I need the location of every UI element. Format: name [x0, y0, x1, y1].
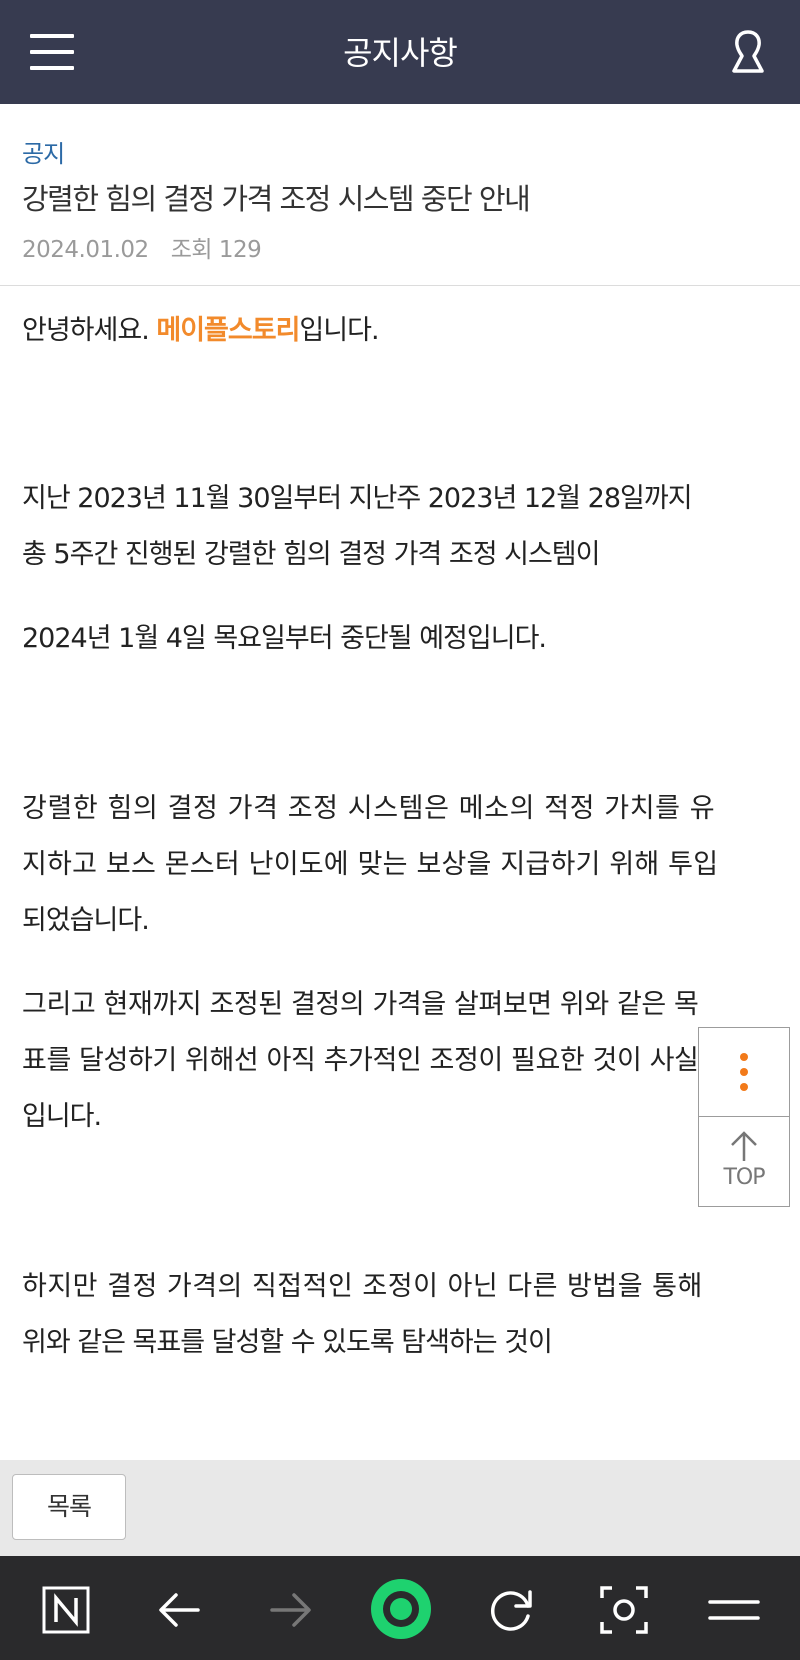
browser-menu-icon[interactable] — [706, 1582, 762, 1638]
content-line: 하지만 결정 가격의 직접적인 조정이 아닌 다른 방법을 통해 — [22, 1271, 703, 1302]
content-line: 위와 같은 목표를 달성할 수 있도록 탐색하는 것이 — [22, 1327, 553, 1358]
content-line: 되었습니다. — [22, 905, 150, 936]
dot — [740, 1068, 748, 1076]
screenshot-icon[interactable] — [596, 1582, 652, 1638]
post-content: 안녕하세요. 메이플스토리입니다. 지난 2023년 11월 30일부터 지난주… — [0, 286, 800, 1460]
greeting-text-end: 입니다. — [299, 315, 379, 346]
app-header: 공지사항 — [0, 0, 800, 104]
dot — [740, 1083, 748, 1091]
floating-widget: TOP — [698, 1027, 790, 1207]
green-dot-icon[interactable] — [368, 1576, 434, 1642]
scroll-top-label: TOP — [723, 1165, 765, 1190]
page-title: 공지사항 — [343, 34, 458, 72]
content-line: 표를 달성하기 위해선 아직 추가적인 조정이 필요한 것이 사실 — [22, 1045, 699, 1076]
content-line: 그리고 현재까지 조정된 결정의 가격을 살펴보면 위와 같은 목 — [22, 989, 699, 1020]
content-line: 2024년 1월 4일 목요일부터 중단될 예정입니다. — [22, 623, 547, 654]
content-line: 지난 2023년 11월 30일부터 지난주 2023년 12월 28일까지 — [22, 483, 693, 514]
naver-home-icon[interactable] — [38, 1582, 94, 1638]
dot — [740, 1053, 748, 1061]
list-button[interactable]: 목록 — [12, 1474, 126, 1540]
browser-toolbar — [0, 1556, 800, 1660]
reload-icon[interactable] — [484, 1582, 540, 1638]
post-meta: 2024.01.02 조회 129 — [22, 230, 262, 264]
post-date: 2024.01.02 — [22, 237, 149, 263]
post-views: 조회 129 — [170, 237, 262, 263]
greeting-line: 안녕하세요. 메이플스토리입니다. — [22, 308, 380, 347]
greeting-text: 안녕하세요. — [22, 315, 157, 346]
content-line: 강렬한 힘의 결정 가격 조정 시스템은 메소의 적정 가치를 유 — [22, 793, 716, 824]
post-category[interactable]: 공지 — [22, 134, 65, 169]
scroll-top-button[interactable]: TOP — [699, 1117, 789, 1206]
more-options-icon[interactable] — [699, 1028, 789, 1117]
content-line: 총 5주간 진행된 강렬한 힘의 결정 가격 조정 시스템이 — [22, 539, 600, 570]
post-title: 강렬한 힘의 결정 가격 조정 시스템 중단 안내 — [22, 182, 531, 216]
user-icon[interactable] — [726, 28, 770, 76]
content-line: 입니다. — [22, 1101, 102, 1132]
back-arrow-icon[interactable] — [152, 1582, 208, 1638]
content-line: 지하고 보스 몬스터 난이도에 맞는 보상을 지급하기 위해 투입 — [22, 849, 719, 880]
post-header: 공지 강렬한 힘의 결정 가격 조정 시스템 중단 안내 2024.01.02 조… — [0, 104, 800, 286]
forward-arrow-icon[interactable] — [262, 1582, 318, 1638]
list-bar: 목록 — [0, 1460, 800, 1556]
up-arrow-icon — [731, 1131, 757, 1161]
brand-highlight: 메이플스토리 — [156, 315, 300, 346]
